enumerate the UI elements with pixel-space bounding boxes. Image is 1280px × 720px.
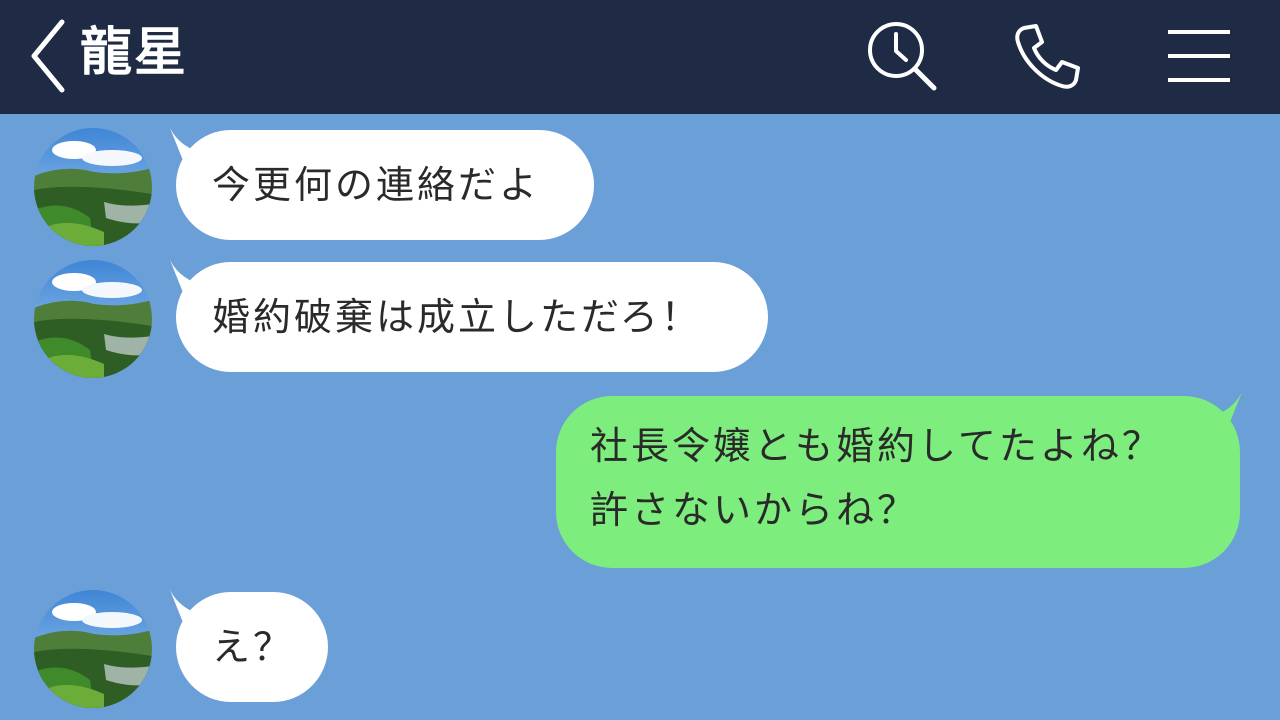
message-text: え？ — [212, 625, 295, 669]
chevron-left-icon — [31, 19, 65, 93]
message-text-line: 許さないからね？ — [590, 488, 919, 532]
avatar-landscape-image — [34, 128, 152, 246]
phone-icon — [1015, 24, 1080, 89]
avatar-landscape-image — [34, 590, 152, 708]
message-bubble-outgoing[interactable]: 社長令嬢とも婚約してたよね？ 許さないからね？ — [556, 396, 1240, 568]
message-bubble-incoming[interactable]: 今更何の連絡だよ — [176, 130, 594, 240]
chat-area[interactable]: 今更何の連絡だよ 婚約破棄は成立しただろ！ 社長令嬢とも婚約してたよね？ 許さな… — [0, 114, 1280, 720]
chat-header: 龍星 — [0, 0, 1280, 114]
message-text: 婚約破棄は成立しただろ！ — [212, 295, 702, 339]
message-bubble-incoming[interactable]: 婚約破棄は成立しただろ！ — [176, 262, 768, 372]
message-text-line: 社長令嬢とも婚約してたよね？ — [590, 424, 1163, 468]
avatar[interactable] — [34, 128, 152, 246]
message-text: 今更何の連絡だよ — [212, 163, 541, 207]
menu-icon — [1168, 30, 1230, 82]
back-button[interactable] — [20, 10, 76, 100]
avatar[interactable] — [34, 590, 152, 708]
search-button[interactable] — [864, 18, 940, 94]
call-button[interactable] — [1010, 18, 1086, 94]
avatar[interactable] — [34, 260, 152, 378]
search-history-icon — [868, 22, 937, 91]
message-bubble-incoming[interactable]: え？ — [176, 592, 328, 702]
bubble-tail — [1206, 392, 1242, 432]
menu-button[interactable] — [1160, 18, 1236, 94]
avatar-landscape-image — [34, 260, 152, 378]
chat-title: 龍星 — [80, 23, 189, 83]
